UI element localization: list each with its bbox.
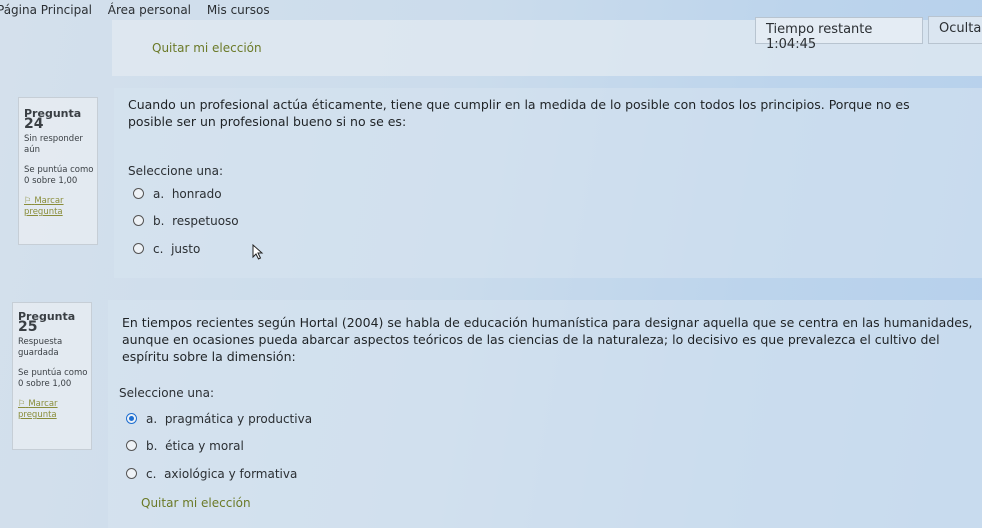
- question-25-info: Pregunta 25 Respuesta guardada Se puntúa…: [12, 302, 92, 450]
- question-grade: Se puntúa como 0 sobre 1,00: [24, 165, 94, 186]
- flag-icon: ⚐: [24, 196, 32, 206]
- question-number: Pregunta 25: [18, 310, 76, 335]
- radio-button[interactable]: [133, 188, 144, 199]
- timer-label: Tiempo restante: [766, 22, 873, 37]
- clear-choice-link[interactable]: Quitar mi elección: [141, 496, 251, 510]
- clear-choice-link[interactable]: Quitar mi elección: [152, 41, 262, 55]
- mouse-cursor-icon: [252, 244, 264, 260]
- option-etica-moral[interactable]: b. ética y moral: [126, 439, 244, 455]
- flag-question-link[interactable]: ⚐ Marcar pregunta: [24, 196, 97, 218]
- option-respetuoso[interactable]: b. respetuoso: [133, 214, 239, 230]
- option-axiologica-formativa[interactable]: c. axiológica y formativa: [126, 467, 297, 483]
- question-25-text: En tiempos recientes según Hortal (2004)…: [122, 315, 973, 364]
- nav-personal-area[interactable]: Área personal: [108, 3, 191, 17]
- question-state: Sin responder aún: [24, 134, 83, 155]
- flag-icon: ⚐: [18, 399, 26, 409]
- question-24-prompt: Seleccione una:: [128, 164, 223, 178]
- question-24-text: Cuando un profesional actúa éticamente, …: [128, 97, 910, 129]
- question-number: Pregunta 24: [24, 107, 82, 132]
- hide-timer-button[interactable]: Ocultar: [928, 16, 982, 44]
- nav-my-courses[interactable]: Mis cursos: [207, 3, 270, 17]
- option-justo[interactable]: c. justo: [133, 242, 200, 258]
- radio-button[interactable]: [126, 468, 137, 479]
- timer: Tiempo restante 1:04:45: [755, 17, 923, 52]
- question-25-prompt: Seleccione una:: [119, 386, 214, 400]
- radio-button[interactable]: [126, 440, 137, 451]
- option-honrado[interactable]: a. honrado: [133, 187, 222, 203]
- radio-button-selected[interactable]: [126, 413, 137, 424]
- option-pragmatica-productiva[interactable]: a. pragmática y productiva: [126, 412, 312, 428]
- radio-button[interactable]: [133, 215, 144, 226]
- flag-question-link[interactable]: ⚐ Marcar pregunta: [18, 399, 91, 421]
- nav-home[interactable]: Página Principal: [0, 3, 92, 17]
- question-grade: Se puntúa como 0 sobre 1,00: [18, 368, 88, 389]
- question-24-info: Pregunta 24 Sin responder aún Se puntúa …: [18, 97, 98, 245]
- top-navigation: Página Principal Área personal Mis curso…: [0, 3, 282, 17]
- radio-button[interactable]: [133, 243, 144, 254]
- timer-value: 1:04:45: [766, 37, 817, 52]
- question-state: Respuesta guardada: [18, 337, 63, 358]
